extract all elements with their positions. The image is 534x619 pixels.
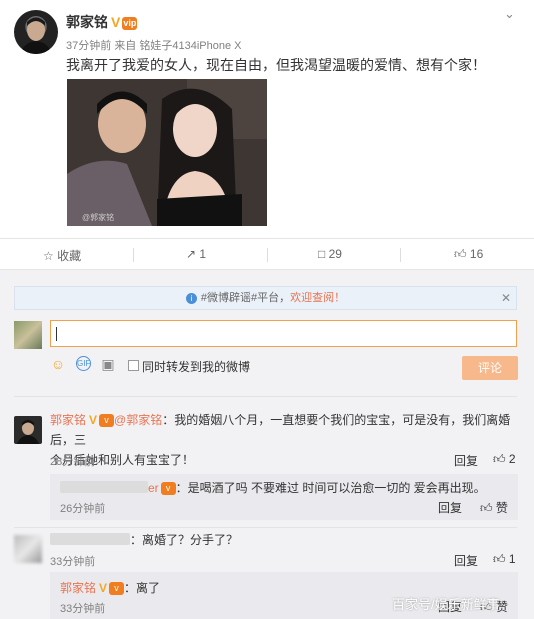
comment-avatar[interactable] [14, 416, 42, 444]
redacted-username [50, 533, 130, 545]
comment-text: ：离婚了？分手了？ [130, 533, 239, 547]
comment-icon: □ [318, 247, 326, 261]
redacted-username [60, 481, 148, 493]
comment-like-button[interactable]: 👍︎ 2 [493, 452, 516, 467]
photo-watermark: @郭家铭 [82, 213, 115, 222]
vip-icon: v [109, 582, 125, 595]
chevron-down-icon[interactable]: ⌄ [504, 6, 515, 22]
info-icon: i [185, 293, 197, 304]
favorite-button[interactable]: ☆ 收藏 [43, 247, 81, 264]
reply-button[interactable]: 回复 [438, 499, 462, 516]
post-time[interactable]: 37分钟前 [66, 40, 111, 52]
reply-author[interactable]: er [148, 481, 159, 495]
comment-author[interactable]: 郭家铭 [50, 413, 86, 427]
reply-body: er v ：是喝酒了吗 不要难过 时间可以治愈一切的 爱会再出现。 [60, 478, 486, 498]
repost-checkbox-label: 同时转发到我的微博 [142, 360, 251, 374]
thumbs-up-icon: 👍︎ [493, 552, 506, 566]
comment-time: 28分钟前 [50, 456, 96, 468]
comment-time: 33分钟前 [50, 556, 96, 568]
reply-time: 26分钟前 [60, 503, 106, 515]
reply-time: 33分钟前 [60, 603, 106, 615]
verified-icon[interactable]: V [111, 14, 120, 30]
vip-badge-text: vip [123, 18, 137, 28]
post-meta: 37分钟前 来自 铭娃子4134iPhone X [66, 37, 241, 53]
rumor-notice: i #微博辟谣#平台，欢迎查阅！ [14, 286, 517, 310]
repost-checkbox[interactable] [128, 360, 139, 371]
post-author-name[interactable]: 郭家铭 [66, 14, 108, 30]
divider [133, 248, 134, 262]
reply-like-label: 赞 [495, 501, 508, 515]
post-source: 来自 铭娃子4134iPhone X [114, 40, 242, 52]
divider [14, 527, 517, 528]
divider [400, 248, 401, 262]
vip-icon: v [99, 414, 115, 427]
favorite-label: 收藏 [57, 249, 82, 263]
like-count: 16 [469, 247, 484, 261]
repost-count: 1 [199, 247, 207, 261]
star-icon: ☆ [43, 249, 54, 263]
like-button[interactable]: 👍︎ 16 [454, 247, 483, 262]
comment-button[interactable]: □ 29 [318, 247, 342, 261]
post-author-header: 郭家铭 Vvip [66, 12, 138, 32]
image-watermark: 百家号/娱乐新鲜事 [392, 597, 500, 612]
reply-text: ：是喝酒了吗 不要难过 时间可以治愈一切的 爱会再出现。 [175, 481, 486, 495]
vip-icon[interactable]: vip [122, 17, 138, 30]
notice-link[interactable]: 欢迎查阅！ [290, 292, 345, 304]
my-avatar[interactable] [14, 321, 42, 349]
gif-icon[interactable]: GIF [76, 356, 91, 371]
divider [267, 248, 268, 262]
author-avatar[interactable] [14, 10, 58, 54]
thumbs-up-icon: 👍︎ [493, 452, 506, 466]
comment-count: 29 [328, 247, 342, 261]
comment-like-button[interactable]: 👍︎ 1 [493, 552, 516, 567]
close-icon[interactable]: ✕ [501, 291, 511, 305]
reply-body: 郭家铭 Vv ：离了 [60, 578, 160, 598]
image-icon[interactable]: ▣ [100, 356, 116, 372]
reply-text: ：离了 [124, 581, 161, 595]
reply-button[interactable]: 回复 [454, 452, 478, 469]
text-caret [56, 327, 57, 341]
comment-like-count: 1 [508, 552, 516, 566]
repost-button[interactable]: ↗ 1 [186, 247, 206, 261]
comment-body: ：离婚了？分手了？ [50, 530, 238, 550]
vip-icon: v [160, 482, 176, 495]
comment-mention[interactable]: @郭家铭 [114, 413, 162, 427]
verified-icon: V [99, 581, 108, 595]
comment-avatar[interactable] [14, 535, 42, 563]
post-photo[interactable] [67, 79, 267, 226]
action-bar: ☆ 收藏 ↗ 1 □ 29 👍︎ 16 [0, 238, 534, 270]
reply-button[interactable]: 回复 [454, 552, 478, 569]
repost-icon: ↗ [186, 247, 197, 261]
comment-like-count: 2 [508, 452, 516, 466]
notice-text: #微博辟谣#平台， [200, 292, 291, 304]
reply-author[interactable]: 郭家铭 [60, 581, 96, 595]
verified-icon: V [89, 413, 98, 427]
reply-like-button[interactable]: 👍︎ 赞 [480, 499, 508, 516]
divider [14, 396, 517, 397]
comment-input[interactable] [50, 320, 517, 347]
submit-comment-button[interactable]: 评论 [462, 356, 518, 380]
comment-body: 郭家铭 Vv @郭家铭：我的婚姻八个月，一直想要个我们的宝宝，可是没有，我们离婚后，… [50, 410, 520, 470]
emoji-icon[interactable]: ☺ [50, 356, 66, 372]
post-text: 我离开了我爱的女人，现在自由，但我渴望温暖的爱情、想有个家！ [66, 57, 486, 73]
thumbs-up-icon: 👍︎ [480, 501, 493, 515]
thumbs-up-icon: 👍︎ [454, 247, 467, 261]
